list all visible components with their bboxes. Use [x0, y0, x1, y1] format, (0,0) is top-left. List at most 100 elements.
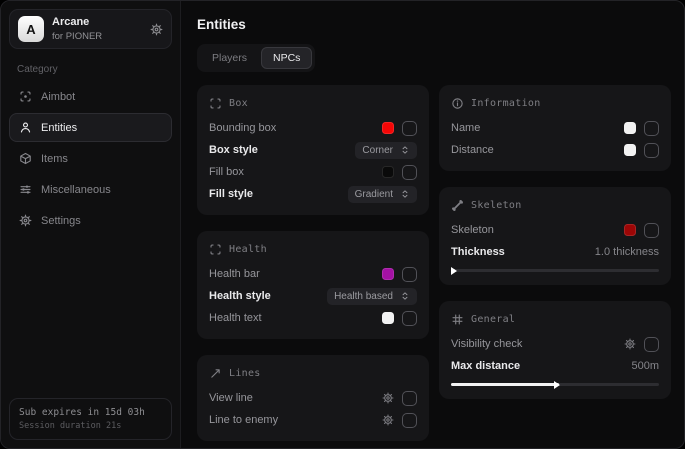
corner-brackets-icon: [209, 97, 222, 110]
sidebar-item-settings[interactable]: Settings: [9, 206, 172, 235]
brand-card: A Arcane for PIONER: [9, 9, 172, 49]
checkbox[interactable]: [402, 391, 417, 406]
setting-label: Health bar: [209, 268, 374, 280]
session-duration-text: Session duration 21s: [19, 421, 162, 431]
gear-icon[interactable]: [624, 338, 636, 350]
sidebar-item-label: Aimbot: [41, 91, 75, 103]
color-swatch[interactable]: [382, 312, 394, 324]
sidebar-item-aimbot[interactable]: Aimbot: [9, 82, 172, 111]
gear-icon[interactable]: [382, 414, 394, 426]
slider-thumb[interactable]: [554, 381, 560, 389]
row-fill-style: Fill styleGradient: [209, 183, 417, 205]
brand-name: Arcane: [52, 16, 102, 28]
sidebar-item-items[interactable]: Items: [9, 144, 172, 173]
checkbox[interactable]: [644, 337, 659, 352]
row-line-to-enemy: Line to enemy: [209, 409, 417, 431]
logo-letter: A: [26, 22, 35, 37]
dropdown-value: Health based: [334, 291, 393, 302]
setting-label: Line to enemy: [209, 414, 374, 426]
checkbox[interactable]: [644, 223, 659, 238]
slider-thumb[interactable]: [451, 267, 457, 275]
card-header: Health: [209, 240, 417, 258]
brand-subtitle: for PIONER: [52, 31, 102, 42]
card-header: Information: [451, 94, 659, 112]
row-health-style: Health style Health based: [209, 285, 417, 307]
checkbox[interactable]: [402, 267, 417, 282]
row-fill-box: Fill box: [209, 161, 417, 183]
info-icon: [451, 97, 464, 110]
card-header: General: [451, 310, 659, 328]
checkbox[interactable]: [644, 121, 659, 136]
tab-players[interactable]: Players: [200, 47, 259, 69]
row-health-bar: Health bar: [209, 263, 417, 285]
setting-label: Max distance: [451, 360, 623, 372]
checkbox[interactable]: [402, 413, 417, 428]
color-swatch[interactable]: [624, 224, 636, 236]
checkbox[interactable]: [644, 143, 659, 158]
sub-expiry-text: Sub expires in 15d 03h: [19, 407, 162, 418]
setting-label: Box style: [209, 144, 347, 156]
row-health-text: Health text: [209, 307, 417, 329]
brand-text: Arcane for PIONER: [52, 16, 102, 41]
sliders-icon: [19, 183, 32, 196]
setting-label: Skeleton: [451, 224, 616, 236]
sidebar-item-entities[interactable]: Entities: [9, 113, 172, 142]
sidebar-nav: Aimbot Entities Items Miscellaneous Settings: [9, 82, 172, 237]
slider-max-distance[interactable]: [451, 383, 659, 386]
card-general: GeneralVisibility checkMax distance500m: [439, 301, 671, 399]
setting-label: Fill box: [209, 166, 374, 178]
expand-icon: [400, 291, 410, 301]
category-label: Category: [17, 64, 172, 75]
sidebar-item-label: Entities: [41, 122, 77, 134]
row-distance: Distance: [451, 139, 659, 161]
setting-label: View line: [209, 392, 374, 404]
expand-icon: [400, 145, 410, 155]
color-swatch[interactable]: [624, 144, 636, 156]
diagonal-arrow-icon: [209, 367, 222, 380]
checkbox[interactable]: [402, 311, 417, 326]
sidebar: A Arcane for PIONER Category Aimbot Entit…: [1, 1, 181, 448]
sidebar-item-label: Miscellaneous: [41, 184, 111, 196]
grid-icon: [451, 313, 464, 326]
setting-label: Bounding box: [209, 122, 374, 134]
column-left: Box Bounding box Box style Corner Fill box Fi…: [197, 85, 429, 441]
dropdown-fill-style[interactable]: Gradient: [348, 186, 417, 203]
color-swatch[interactable]: [382, 122, 394, 134]
card-information: Information NameDistance: [439, 85, 671, 171]
gear-icon[interactable]: [150, 23, 163, 36]
card-box: Box Bounding box Box style Corner Fill box Fi…: [197, 85, 429, 215]
bone-icon: [451, 199, 464, 212]
slider-fill: [451, 383, 559, 386]
slider-thickness[interactable]: [451, 269, 659, 272]
color-swatch[interactable]: [382, 166, 394, 178]
dropdown-value: Corner: [362, 145, 393, 156]
slider-value: 1.0 thickness: [595, 246, 659, 258]
setting-label: Health text: [209, 312, 374, 324]
row-name: Name: [451, 117, 659, 139]
checkbox[interactable]: [402, 121, 417, 136]
sidebar-item-label: Items: [41, 153, 68, 165]
card-title: Box: [229, 98, 248, 109]
dropdown-value: Gradient: [355, 189, 393, 200]
color-swatch[interactable]: [382, 268, 394, 280]
slider-value: 500m: [631, 360, 659, 372]
checkbox[interactable]: [402, 165, 417, 180]
page-title: Entities: [197, 17, 671, 32]
card-title: General: [471, 314, 515, 325]
sidebar-item-miscellaneous[interactable]: Miscellaneous: [9, 175, 172, 204]
dropdown-health-style[interactable]: Health based: [327, 288, 417, 305]
main-panel: Entities PlayersNPCs Box Bounding box Box …: [181, 1, 684, 448]
settings-columns: Box Bounding box Box style Corner Fill box Fi…: [197, 85, 671, 441]
gear-icon[interactable]: [382, 392, 394, 404]
row-thickness: Thickness1.0 thickness: [451, 241, 659, 263]
color-swatch[interactable]: [624, 122, 636, 134]
row-max-distance: Max distance 500m: [451, 355, 659, 377]
tab-npcs[interactable]: NPCs: [261, 47, 312, 69]
card-title: Information: [471, 98, 541, 109]
card-skeleton: SkeletonSkeletonThickness1.0 thickness: [439, 187, 671, 285]
setting-label: Health style: [209, 290, 319, 302]
person-icon: [19, 121, 32, 134]
row-bounding-box: Bounding box: [209, 117, 417, 139]
app-logo: A: [18, 16, 44, 42]
dropdown-box-style[interactable]: Corner: [355, 142, 417, 159]
